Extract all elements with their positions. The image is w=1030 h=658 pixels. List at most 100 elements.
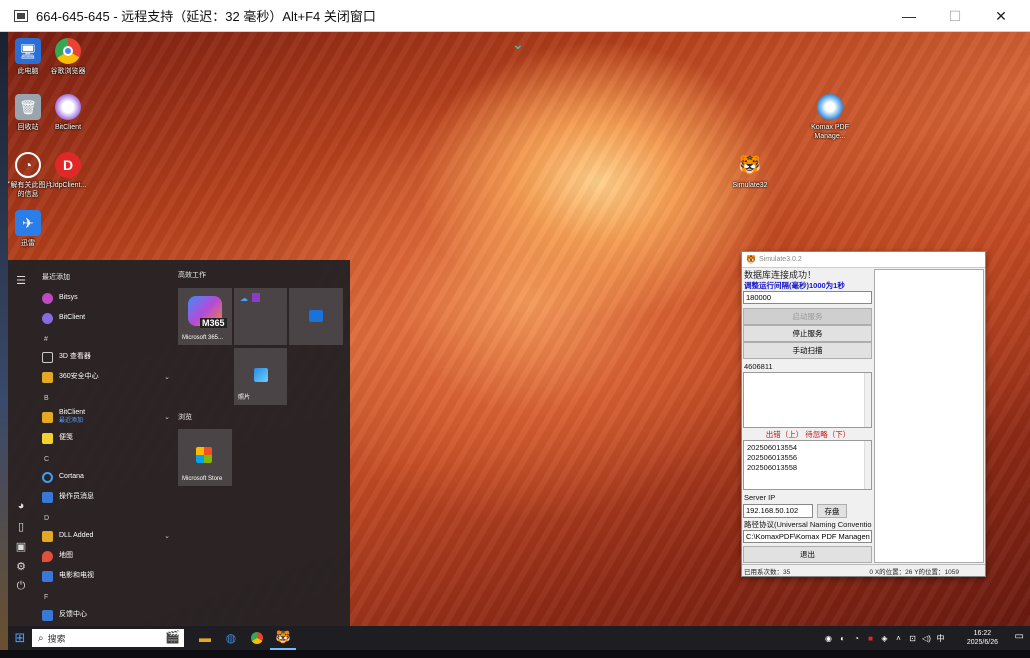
letter-header[interactable]: D — [44, 515, 174, 522]
output-panel[interactable] — [874, 269, 984, 563]
manual-scan-button[interactable]: 手动扫描 — [743, 342, 872, 359]
app-bitclient[interactable]: BitClient — [34, 308, 174, 328]
desktop-icon-thunder[interactable]: ✈ 迅雷 — [8, 210, 54, 248]
app-360-folder[interactable]: 360安全中心 ⌄ — [34, 367, 174, 387]
path-input[interactable]: C:\KomaxPDF\Komax PDF Managen — [743, 530, 872, 543]
tray-app-icon[interactable]: ■ — [865, 634, 876, 643]
scrollbar[interactable] — [864, 441, 871, 489]
close-button[interactable]: ✕ — [978, 0, 1024, 32]
list-header: 出错（上） 待忽略（下） — [765, 430, 851, 439]
simulate-statusbar: 已用系次数：35 0 X的位置：26 Y的位置：1059 — [742, 564, 985, 576]
tile-microsoft-store[interactable]: Microsoft Store — [178, 429, 232, 486]
minimize-button[interactable]: — — [886, 0, 932, 32]
hamburger-icon[interactable]: ☰ — [16, 270, 26, 290]
simulate-controls: 数据库连接成功！ 调整运行间隔(毫秒)1000为1秒 180000 启动服务 停… — [743, 269, 873, 563]
tiles-header-browse: 浏览 — [178, 414, 192, 421]
document-icon[interactable]: ▯ — [18, 516, 24, 536]
bitsys-icon — [42, 292, 53, 304]
app-feedback-hub[interactable]: 反馈中心 — [34, 605, 174, 625]
taskbar-search[interactable]: ⌕ 搜索 🎬 — [32, 629, 184, 647]
network-icon[interactable]: ⊡ — [907, 634, 918, 643]
windows-start-icon[interactable]: ⊞ — [8, 626, 32, 650]
tile-office-group[interactable]: ☁ — [234, 288, 287, 345]
stop-service-button[interactable]: 停止服务 — [743, 325, 872, 342]
letter-header[interactable]: # — [44, 336, 174, 343]
log-textbox[interactable] — [743, 372, 872, 428]
bitclient-icon — [55, 94, 81, 120]
desktop-icon-komax-pdf[interactable]: Komax PDF Manage... — [804, 94, 856, 141]
recycle-bin-icon: 🗑 — [15, 94, 41, 120]
message-icon — [42, 491, 53, 503]
chrome-icon — [55, 38, 81, 64]
ime-indicator[interactable]: 中 — [935, 633, 946, 644]
search-icon: ⌕ — [38, 632, 44, 644]
clock-date: 2025/6/26 — [966, 639, 998, 646]
app-operator-messages[interactable]: 操作员消息 — [34, 487, 174, 507]
simulate-icon: 🐯 — [738, 154, 762, 175]
power-icon[interactable]: ⏻ — [17, 576, 26, 596]
letter-header[interactable]: B — [44, 395, 174, 402]
desktop-icon-udpclient[interactable]: D UdpClient... — [42, 152, 94, 190]
app-bitsys[interactable]: Bitsys — [34, 288, 174, 308]
system-tray: ◉ ◐ ◔ ■ ◈ ˄ ⊡ ◁) 中 — [823, 626, 946, 650]
desktop-icon-chrome[interactable]: 谷歌浏览器 — [42, 38, 94, 76]
save-button[interactable]: 存盘 — [817, 504, 847, 518]
volume-icon[interactable]: ◁) — [921, 634, 932, 643]
map-pin-icon — [42, 550, 53, 562]
list-item[interactable]: 202506013558 — [744, 463, 871, 473]
settings-gear-icon[interactable]: ⚙ — [16, 556, 26, 576]
app-bitclient-folder[interactable]: BitClient 最近添加 ⌄ — [34, 406, 174, 428]
search-highlight-icon: 🎬 — [165, 630, 180, 644]
letter-header[interactable]: C — [44, 456, 174, 463]
desktop-icon-bitclient[interactable]: BitClient — [42, 94, 94, 132]
app-3d-viewer[interactable]: 3D 查看器 — [34, 347, 174, 367]
user-avatar-icon[interactable]: ◕ — [18, 496, 25, 516]
start-tiles: 高效工作 M365 Microsoft 365... ☁ 照片 浏览 Micro… — [174, 260, 350, 626]
chevron-down-icon: ⌄ — [164, 533, 170, 540]
start-service-button[interactable]: 启动服务 — [743, 308, 872, 325]
clock-time: 16:22 — [973, 630, 992, 637]
exit-button[interactable]: 退出 — [743, 546, 872, 563]
app-cortana[interactable]: Cortana — [34, 467, 174, 487]
tile-outlook[interactable] — [289, 288, 343, 345]
tile-microsoft-365[interactable]: M365 Microsoft 365... — [178, 288, 232, 345]
start-menu: ☰ ◕ ▯ ▣ ⚙ ⏻ 最近添加 Bitsys BitClient # 3D 查… — [8, 260, 350, 626]
bitclient-icon — [42, 312, 53, 324]
list-item[interactable]: 202506013554 — [744, 443, 871, 453]
server-ip-input[interactable]: 192.168.50.102 — [743, 504, 813, 518]
file-explorer-icon[interactable]: ▬ — [192, 626, 218, 650]
start-menu-rail: ☰ ◕ ▯ ▣ ⚙ ⏻ — [8, 260, 34, 626]
tray-app-icon[interactable]: ◉ — [823, 634, 834, 643]
scrollbar[interactable] — [864, 373, 871, 427]
maximize-button[interactable]: ☐ — [932, 0, 978, 32]
app-sticky-notes[interactable]: 便笺 — [34, 428, 174, 448]
chrome-taskbar-icon[interactable] — [244, 626, 270, 650]
sticky-note-icon — [42, 432, 53, 444]
onedrive-icon: ☁ — [240, 294, 248, 303]
store-icon — [196, 447, 212, 463]
shield-icon[interactable]: ◈ — [879, 634, 890, 643]
app-movies-tv[interactable]: 电影和电视 — [34, 566, 174, 586]
tray-app-icon[interactable]: ◔ — [851, 634, 862, 643]
pictures-icon[interactable]: ▣ — [16, 536, 26, 556]
server-ip-label: Server IP — [744, 493, 776, 502]
taskbar-clock[interactable]: 16:22 2025/6/26 — [967, 629, 998, 647]
error-list[interactable]: 202506013554 202506013556 202506013558 — [743, 440, 872, 490]
interval-input[interactable]: 180000 — [743, 291, 872, 304]
app-dll-added[interactable]: DLL Added ⌄ — [34, 526, 174, 546]
tile-photos[interactable]: 照片 — [234, 348, 287, 405]
interval-note: 调整运行间隔(毫秒)1000为1秒 — [744, 281, 845, 290]
simulate-taskbar-icon[interactable]: 🐯 — [270, 626, 296, 650]
tray-expand-icon[interactable]: ˄ — [893, 634, 904, 643]
remote-toolbar-toggle-icon[interactable]: ⌄ — [512, 36, 524, 53]
search-app-icon[interactable]: ◍ — [218, 626, 244, 650]
letter-header[interactable]: F — [44, 594, 174, 601]
list-item[interactable]: 202506013556 — [744, 453, 871, 463]
desktop-icon-simulate32[interactable]: 🐯 Simulate32 — [724, 152, 776, 190]
remote-window-title: 664-645-645 - 远程支持（延迟：32 毫秒）Alt+F4 关闭窗口 — [36, 9, 376, 24]
notification-icon[interactable]: ▭ — [1015, 631, 1024, 642]
app-maps[interactable]: 地图 — [34, 546, 174, 566]
udpclient-icon: D — [55, 152, 81, 178]
cube-icon — [42, 351, 53, 363]
tray-app-icon[interactable]: ◐ — [837, 634, 848, 643]
